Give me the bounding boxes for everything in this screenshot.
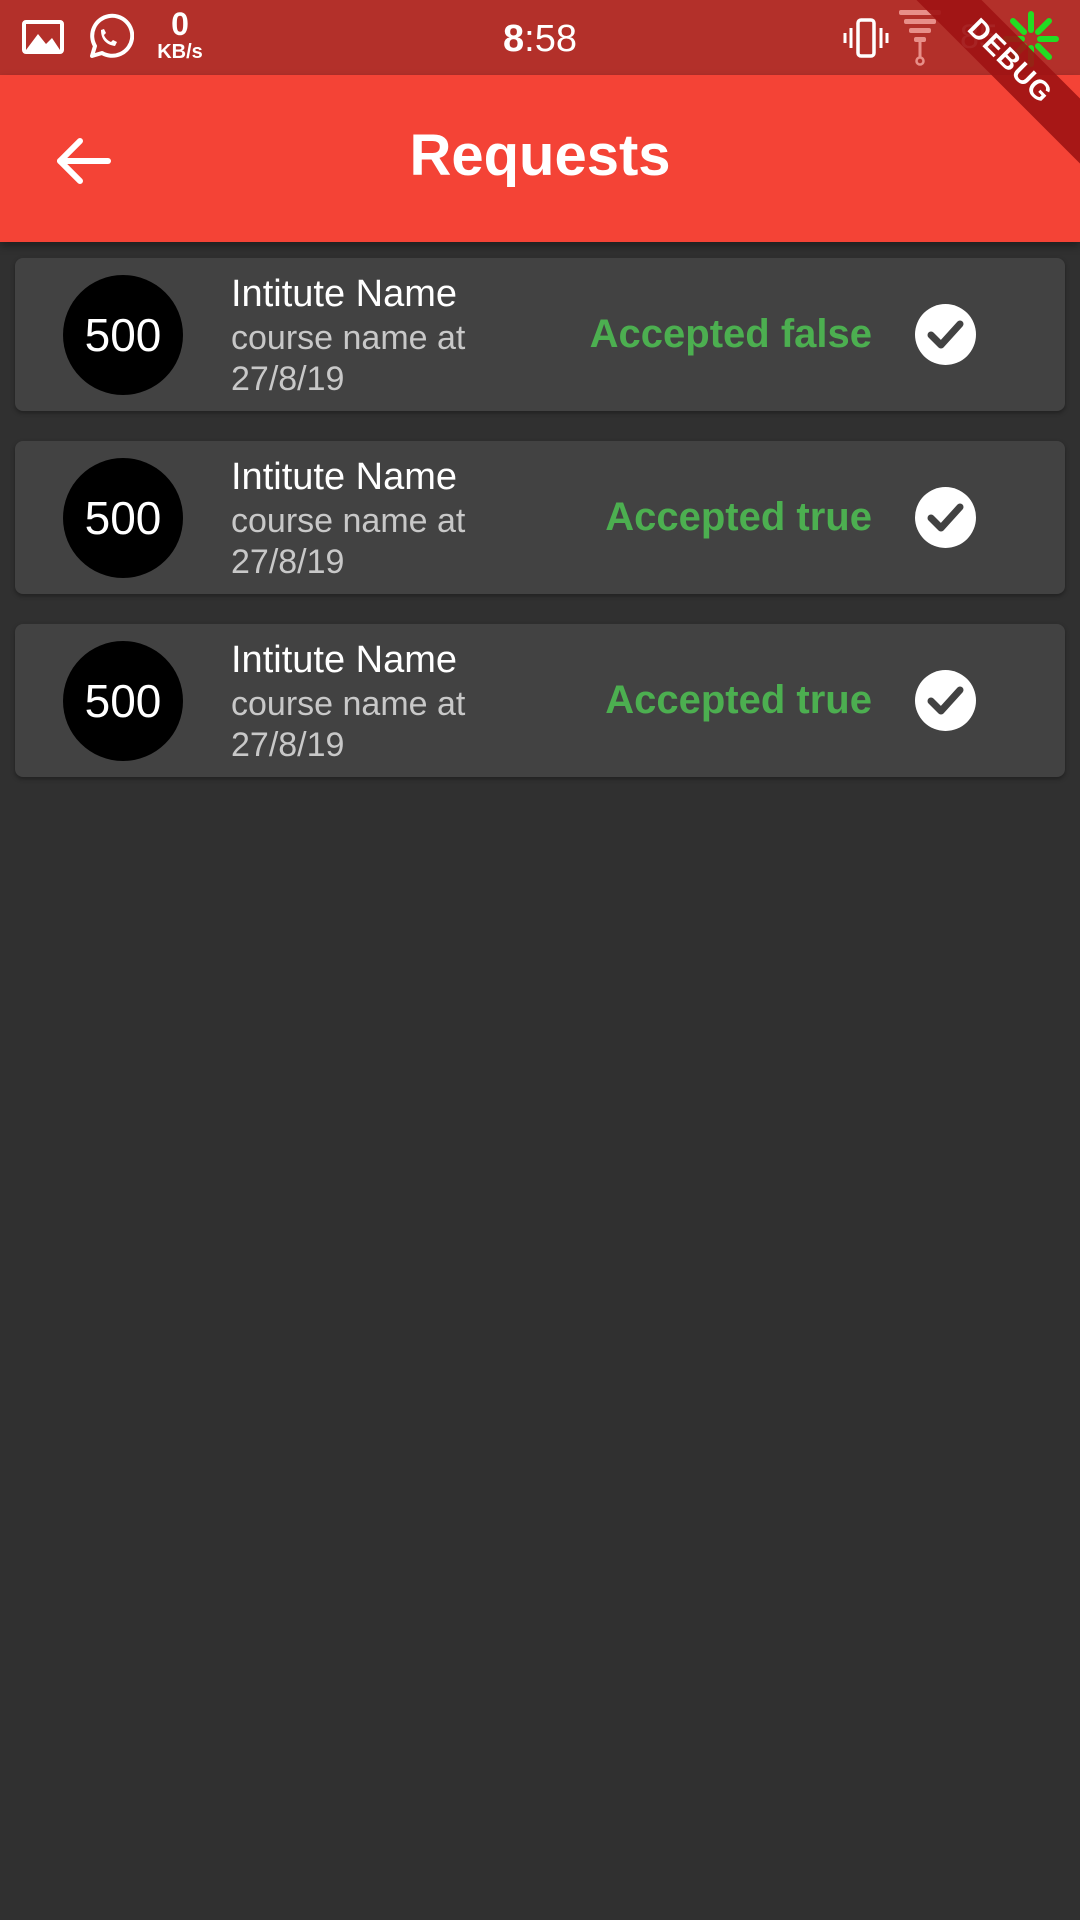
accept-button[interactable]	[915, 487, 976, 548]
clock-hour: 8	[503, 18, 525, 60]
check-icon	[927, 503, 964, 532]
amount-badge: 500	[63, 275, 183, 395]
course-details: course name at 27/8/19	[231, 319, 466, 398]
status-bar: 0 KB/s 8:58 85	[0, 0, 1080, 75]
accept-button[interactable]	[915, 670, 976, 731]
amount-badge: 500	[63, 458, 183, 578]
request-list: 500 Intitute Name course name at 27/8/19…	[15, 258, 1065, 807]
institute-name: Intitute Name	[231, 456, 457, 498]
page-title: Requests	[409, 123, 671, 188]
accept-button[interactable]	[915, 304, 976, 365]
request-card: 500 Intitute Name course name at 27/8/19…	[15, 258, 1065, 411]
app-bar: Requests	[0, 75, 1080, 242]
course-details: course name at 27/8/19	[231, 502, 466, 581]
accepted-status: Accepted true	[605, 495, 872, 539]
accepted-status: Accepted true	[605, 678, 872, 722]
check-icon	[927, 320, 964, 349]
institute-name: Intitute Name	[231, 639, 457, 681]
institute-name: Intitute Name	[231, 273, 457, 315]
request-card: 500 Intitute Name course name at 27/8/19…	[15, 624, 1065, 777]
accepted-status: Accepted false	[589, 312, 872, 356]
request-card: 500 Intitute Name course name at 27/8/19…	[15, 441, 1065, 594]
check-icon	[927, 686, 964, 715]
amount-badge: 500	[63, 641, 183, 761]
course-details: course name at 27/8/19	[231, 685, 466, 764]
clock-minutes: :58	[524, 18, 577, 60]
vibrate-icon	[843, 18, 889, 58]
